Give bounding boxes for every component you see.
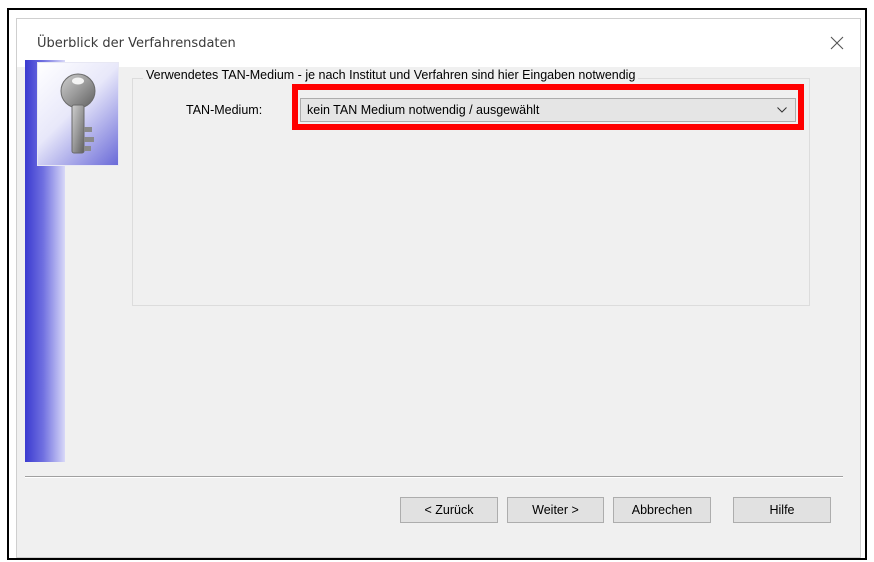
window-title: Überblick der Verfahrensdaten (37, 36, 236, 51)
back-button[interactable]: < Zurück (400, 497, 498, 523)
next-button[interactable]: Weiter > (507, 497, 604, 523)
title-bar: Überblick der Verfahrensdaten (17, 19, 860, 67)
groupbox-legend: Verwendetes TAN-Medium - je nach Institu… (143, 68, 639, 82)
key-icon (60, 73, 96, 154)
help-button[interactable]: Hilfe (733, 497, 831, 523)
cancel-button[interactable]: Abbrechen (613, 497, 711, 523)
close-icon (830, 36, 844, 50)
tan-medium-label: TAN-Medium: (186, 103, 263, 117)
close-button[interactable] (814, 19, 860, 67)
highlight-rectangle (292, 84, 804, 130)
key-image-tile (37, 62, 119, 166)
button-separator (25, 476, 843, 478)
